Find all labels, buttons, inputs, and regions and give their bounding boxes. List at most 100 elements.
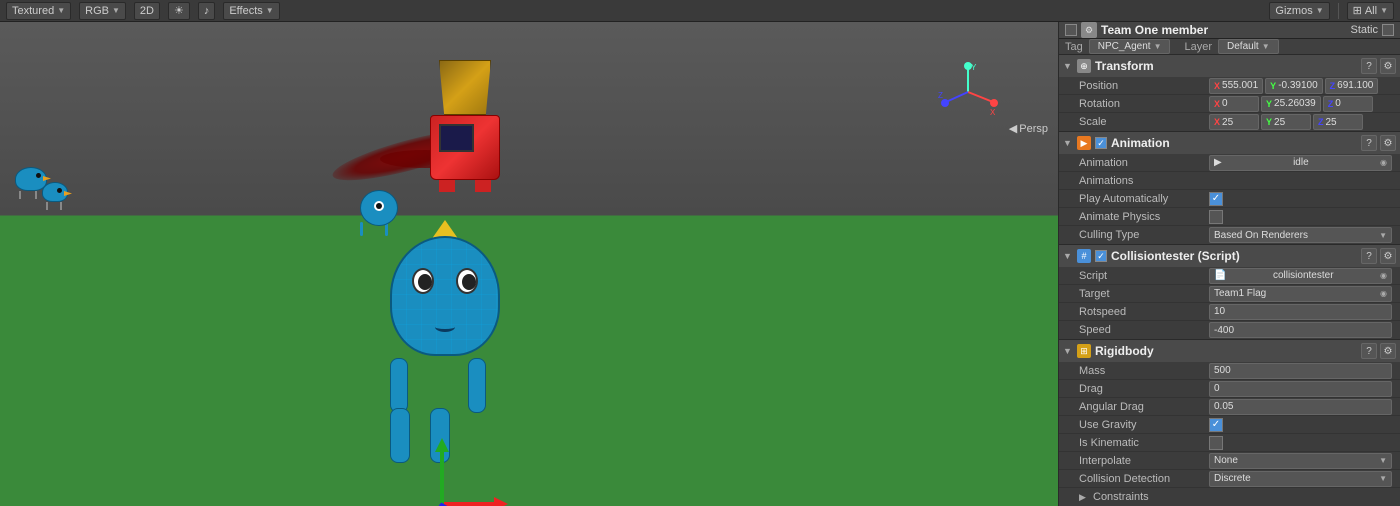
collision-detection-value: Discrete ▼ xyxy=(1209,471,1392,487)
scale-y-box[interactable]: Y 25 xyxy=(1261,114,1311,130)
interpolate-label: Interpolate xyxy=(1079,455,1209,467)
rotspeed-value: 10 xyxy=(1209,304,1392,320)
target-selector[interactable]: Team1 Flag ◉ xyxy=(1209,286,1392,302)
layers-selector[interactable]: ⊞ All ▼ xyxy=(1347,2,1394,20)
is-kinematic-value xyxy=(1209,436,1392,450)
layer-label: Layer xyxy=(1184,41,1212,53)
gizmos-arrow: ▼ xyxy=(1316,6,1324,15)
pos-z-box[interactable]: Z 691.100 xyxy=(1325,78,1379,94)
rot-y-value: 25.26039 xyxy=(1274,98,1316,109)
drag-input[interactable]: 0 xyxy=(1209,381,1392,397)
position-row: Position X 555.001 Y -0.39100 Z 691.100 xyxy=(1059,77,1400,95)
object-active-checkbox[interactable] xyxy=(1065,24,1077,36)
color-mode-selector[interactable]: RGB ▼ xyxy=(79,2,126,20)
speed-text: -400 xyxy=(1214,325,1234,336)
squid-small-body xyxy=(360,190,398,226)
animation-clip-name: idle xyxy=(1293,157,1309,168)
angular-drag-text: 0.05 xyxy=(1214,401,1233,412)
is-kinematic-checkbox[interactable] xyxy=(1209,436,1223,450)
collisiontester-buttons: ? ⚙ xyxy=(1361,248,1396,264)
scale-z-box[interactable]: Z 25 xyxy=(1313,114,1363,130)
angular-drag-value: 0.05 xyxy=(1209,399,1392,415)
animate-physics-value xyxy=(1209,210,1392,224)
pos-y-box[interactable]: Y -0.39100 xyxy=(1265,78,1323,94)
rotspeed-input[interactable]: 10 xyxy=(1209,304,1392,320)
use-gravity-checkbox[interactable]: ✓ xyxy=(1209,418,1223,432)
rigidbody-content: Mass 500 Drag 0 xyxy=(1059,362,1400,506)
animate-physics-checkbox[interactable] xyxy=(1209,210,1223,224)
collisiontester-settings-button[interactable]: ⚙ xyxy=(1380,248,1396,264)
use-gravity-label: Use Gravity xyxy=(1079,419,1209,431)
animation-settings-button[interactable]: ⚙ xyxy=(1380,135,1396,151)
animation-clip-text: ▶ xyxy=(1214,157,1222,168)
color-mode-arrow: ▼ xyxy=(112,6,120,15)
script-selector[interactable]: 📄 collisiontester ◉ xyxy=(1209,268,1392,284)
tag-arrow: ▼ xyxy=(1154,42,1162,51)
effects-selector[interactable]: Effects ▼ xyxy=(223,2,279,20)
sun-icon-button[interactable]: ☀ xyxy=(168,2,190,20)
tag-selector[interactable]: NPC_Agent ▼ xyxy=(1089,39,1171,54)
bird-leg-r-1 xyxy=(35,191,37,199)
scale-x-letter: X xyxy=(1214,117,1220,127)
animate-physics-row: Animate Physics xyxy=(1059,208,1400,226)
animation-clip-label: Animation xyxy=(1079,157,1209,169)
rigidbody-help-button[interactable]: ? xyxy=(1361,343,1377,359)
axis-orientation-gizmo: Y X Z xyxy=(938,62,998,122)
transform-header[interactable]: ▼ ⊕ Transform ? ⚙ xyxy=(1059,55,1400,77)
collisiontester-enable-checkbox[interactable]: ✓ xyxy=(1095,250,1107,262)
gizmos-button[interactable]: Gizmos ▼ xyxy=(1269,2,1329,20)
main-area: Y X Z ◀ Persp ⚙ Team One member Static xyxy=(0,22,1400,506)
rigidbody-settings-button[interactable]: ⚙ xyxy=(1380,343,1396,359)
rigidbody-header[interactable]: ▼ ⊞ Rigidbody ? ⚙ xyxy=(1059,340,1400,362)
effects-arrow: ▼ xyxy=(266,6,274,15)
collisiontester-header[interactable]: ▼ # ✓ Collisiontester (Script) ? ⚙ xyxy=(1059,245,1400,267)
pos-x-box[interactable]: X 555.001 xyxy=(1209,78,1263,94)
angular-drag-input[interactable]: 0.05 xyxy=(1209,399,1392,415)
squid-large-body xyxy=(390,236,500,356)
transform-content: Position X 555.001 Y -0.39100 Z 691.100 xyxy=(1059,77,1400,131)
animation-clip-selector[interactable]: ▶ idle ◉ xyxy=(1209,155,1392,171)
scene-viewport[interactable]: Y X Z ◀ Persp xyxy=(0,22,1058,506)
animation-collapse-arrow: ▼ xyxy=(1063,138,1073,148)
animation-component: ▼ ▶ ✓ Animation ? ⚙ Animation ▶ idle xyxy=(1059,132,1400,245)
layer-selector[interactable]: Default ▼ xyxy=(1218,39,1279,54)
rotspeed-label: Rotspeed xyxy=(1079,306,1209,318)
rot-z-box[interactable]: Z 0 xyxy=(1323,96,1373,112)
view-2d-button[interactable]: 2D xyxy=(134,2,160,20)
rot-x-box[interactable]: X 0 xyxy=(1209,96,1259,112)
culling-type-selector[interactable]: Based On Renderers ▼ xyxy=(1209,227,1392,243)
collision-detection-text: Discrete xyxy=(1214,473,1251,484)
layers-label: ⊞ xyxy=(1353,4,1362,17)
animation-header[interactable]: ▼ ▶ ✓ Animation ? ⚙ xyxy=(1059,132,1400,154)
rot-y-box[interactable]: Y 25.26039 xyxy=(1261,96,1321,112)
collision-detection-selector[interactable]: Discrete ▼ xyxy=(1209,471,1392,487)
collisiontester-help-button[interactable]: ? xyxy=(1361,248,1377,264)
play-auto-value: ✓ xyxy=(1209,192,1392,206)
scale-values: X 25 Y 25 Z 25 xyxy=(1209,114,1392,130)
gizmo-y-axis xyxy=(440,446,444,506)
scale-x-box[interactable]: X 25 xyxy=(1209,114,1259,130)
interpolate-selector[interactable]: None ▼ xyxy=(1209,453,1392,469)
animations-row: Animations xyxy=(1059,172,1400,190)
transform-help-button[interactable]: ? xyxy=(1361,58,1377,74)
transform-settings-button[interactable]: ⚙ xyxy=(1380,58,1396,74)
mass-input[interactable]: 500 xyxy=(1209,363,1392,379)
object-header: ⚙ Team One member Static xyxy=(1059,22,1400,39)
layer-value-text: Default xyxy=(1227,41,1259,52)
play-auto-checkbox[interactable]: ✓ xyxy=(1209,192,1223,206)
animation-enable-checkbox[interactable]: ✓ xyxy=(1095,137,1107,149)
bird-eye-2 xyxy=(57,188,62,193)
collision-detection-label: Collision Detection xyxy=(1079,473,1209,485)
squid-arms xyxy=(390,358,500,413)
animation-help-button[interactable]: ? xyxy=(1361,135,1377,151)
speed-input[interactable]: -400 xyxy=(1209,322,1392,338)
pos-y-letter: Y xyxy=(1270,81,1276,91)
culling-type-arrow: ▼ xyxy=(1379,231,1387,240)
audio-button[interactable]: ♪ xyxy=(198,2,216,20)
transform-title: Transform xyxy=(1095,59,1357,73)
object-static-checkbox[interactable] xyxy=(1382,24,1394,36)
object-type-icon: ⚙ xyxy=(1081,22,1097,38)
bird-character-2 xyxy=(42,182,68,210)
scene-background xyxy=(0,22,1058,506)
render-mode-selector[interactable]: Textured ▼ xyxy=(6,2,71,20)
